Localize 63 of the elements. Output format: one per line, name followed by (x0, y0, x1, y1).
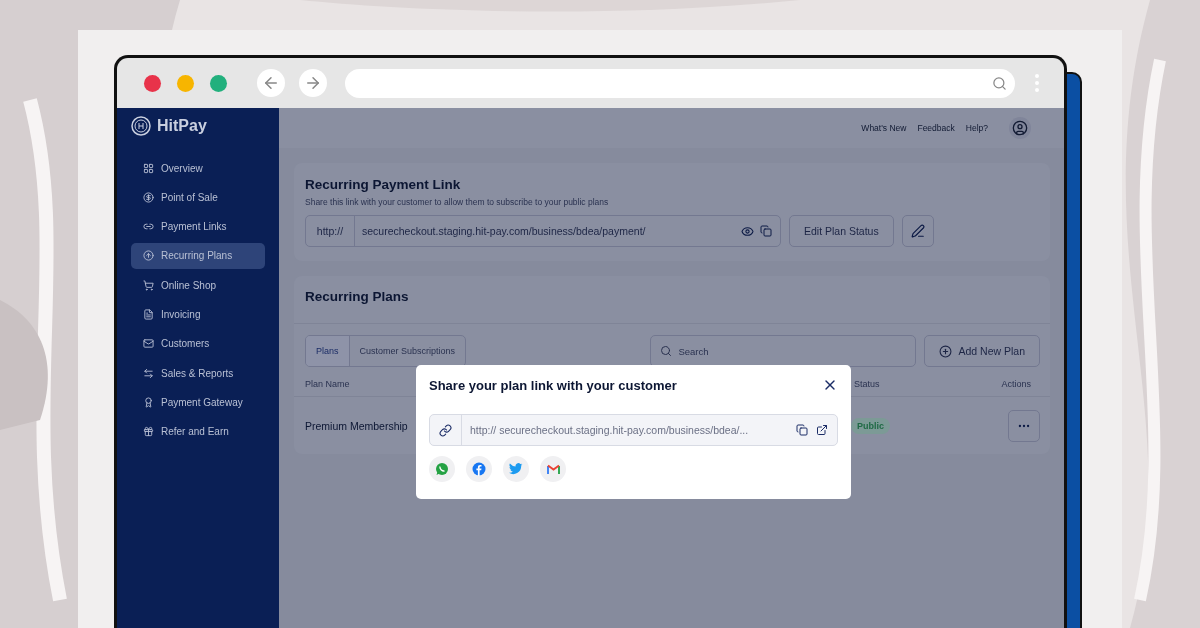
status-badge: Public (851, 417, 890, 434)
table-cell: Premium Membership (305, 419, 408, 432)
whatsapp-button[interactable] (429, 456, 455, 482)
mail-icon (546, 464, 560, 474)
arrow-right-icon (304, 74, 322, 92)
dialog-title: Share your plan link with your customer (429, 377, 677, 393)
sidebar-item[interactable]: Overview (131, 155, 265, 181)
url-field[interactable]: http:// securecheckout.staging.hit-pay.com/business/bdea/payment/ (305, 215, 781, 247)
minimize-dot[interactable] (177, 74, 194, 92)
plus-icon (939, 344, 953, 358)
search-icon (992, 75, 1007, 91)
back-button[interactable] (257, 69, 285, 97)
document-icon (143, 309, 154, 320)
user-icon[interactable] (1009, 117, 1031, 139)
logo-text: HitPay (157, 117, 207, 135)
gift-icon (143, 426, 154, 438)
sidebar-item[interactable]: Sales & Reports (131, 360, 265, 387)
tab[interactable]: Customer Subscriptions (349, 336, 466, 366)
maximize-dot[interactable] (210, 74, 227, 92)
column-header: Actions (1001, 379, 1031, 389)
forward-button[interactable] (299, 69, 327, 97)
sidebar-item[interactable]: Point of Sale (131, 184, 265, 211)
sidebar-item[interactable]: Invoicing (131, 301, 265, 328)
sidebar-item[interactable]: Payment Links (131, 213, 265, 240)
facebook-icon (472, 462, 486, 476)
chat-bubble-icon (435, 462, 449, 476)
edit-button[interactable] (901, 215, 934, 247)
arrow-circle-icon (143, 250, 154, 262)
close-dot[interactable] (144, 74, 161, 92)
column-header: Status (854, 379, 880, 389)
sidebar-item[interactable]: Recurring Plans (131, 242, 265, 269)
twitter-button[interactable] (503, 456, 529, 482)
tab[interactable]: Plans (306, 336, 350, 366)
facebook-button[interactable] (466, 456, 492, 482)
badge-icon (143, 396, 154, 408)
pen-icon (910, 224, 925, 238)
bird-icon (509, 463, 523, 475)
sidebar-item[interactable]: Refer and Earn (131, 418, 265, 445)
card-title: Recurring Payment Link (305, 177, 462, 192)
gmail-button[interactable] (540, 456, 566, 482)
sidebar-item[interactable]: Payment Gateway (131, 389, 265, 416)
header-link[interactable]: Help? (965, 123, 988, 133)
card-title: Recurring Plans (305, 289, 410, 304)
column-header: Plan Name (305, 379, 350, 389)
link-field[interactable]: http:// securecheckout.staging.hit-pay.com/business/bdea/... (429, 414, 838, 446)
mail-icon (143, 338, 154, 350)
dollar-icon (143, 191, 154, 203)
sidebar-item[interactable]: Customers (131, 330, 265, 357)
url-prefix: http:// (306, 216, 355, 246)
link-icon (439, 423, 452, 437)
add-plan-button[interactable]: Add New Plan (924, 335, 1040, 367)
edit-status-button[interactable]: Edit Plan Status (789, 215, 894, 247)
url-text: securecheckout.staging.hit-pay.com/business/bdea/payment/ (361, 224, 647, 239)
search-icon (660, 345, 673, 357)
logo-icon (131, 116, 151, 136)
header-link[interactable]: Feedback (917, 123, 955, 133)
sidebar-item[interactable]: Online Shop (131, 272, 265, 299)
header-link[interactable]: What's New (861, 123, 907, 133)
cart-icon (143, 279, 154, 291)
arrows-icon (143, 367, 154, 379)
card-description: Share this link with your customer to allow them to subscribe to your public plans (305, 197, 610, 207)
grid-icon (143, 162, 154, 174)
link-text: http:// securecheckout.staging.hit-pay.com/business/bdea/... (469, 424, 750, 436)
